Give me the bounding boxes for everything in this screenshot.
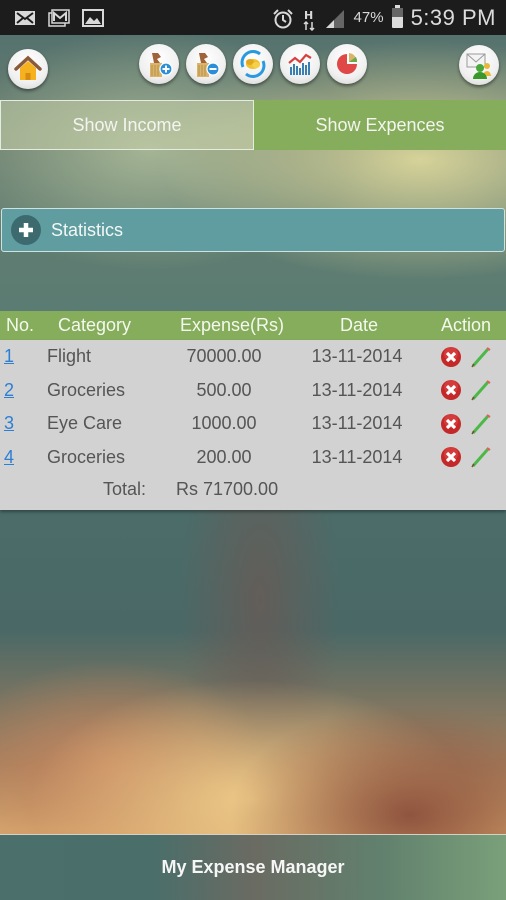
header-no: No. [6,315,35,335]
row-category: Groceries [47,446,126,467]
row-date: 13-11-2014 [311,413,403,434]
home-button[interactable] [8,49,48,89]
row-expense: 1000.00 [191,413,257,434]
header-date: Date [339,315,379,335]
signal-icon [324,9,346,28]
delete-icon[interactable] [440,413,462,435]
tab-show-expences[interactable]: Show Expences [254,100,506,150]
total-row: Total: Rs 71700.00 [0,474,506,504]
line-chart-icon [288,53,312,75]
statistics-label: Statistics [51,219,124,240]
header-category: Category [58,315,132,335]
delete-icon[interactable] [440,446,462,468]
convert-button[interactable] [233,44,273,84]
battery-icon [391,4,403,28]
delete-icon[interactable] [440,346,462,368]
row-expense: 70000.00 [186,346,262,367]
gmail-icon [48,8,70,27]
pie-chart-icon [337,53,358,74]
row-date: 13-11-2014 [311,379,403,400]
edit-pencil-icon[interactable] [470,446,492,468]
row-date: 13-11-2014 [311,346,403,367]
row-date: 13-11-2014 [311,446,403,467]
statistics-expander[interactable]: Statistics [1,208,505,252]
row-expense: 500.00 [196,379,252,400]
currency-exchange-icon [240,50,266,78]
add-expense-button[interactable] [186,44,226,84]
add-income-button[interactable] [139,44,179,84]
table-header: No. Category Expense(Rs) Date Action [0,311,506,340]
toolbar [0,36,506,100]
row-category: Flight [47,346,92,367]
total-value: Rs 71700.00 [176,478,279,499]
table-row: 4 Groceries 200.00 13-11-2014 [0,441,506,475]
contact-button[interactable] [459,45,499,85]
add-money-icon [150,53,173,77]
table-row: 2 Groceries 500.00 13-11-2014 [0,374,506,408]
plus-icon [11,215,41,245]
app-name: My Expense Manager [161,857,345,877]
remove-money-icon [197,53,220,77]
clock: 5:39 PM [410,4,496,30]
reports-button[interactable] [280,44,320,84]
email-icon [14,9,36,27]
footer-bar: My Expense Manager [0,834,506,900]
alarm-icon [272,8,294,28]
row-number-link[interactable]: 3 [4,413,14,433]
table-body: 1 Flight 70000.00 13-11-2014 2 Groceries… [0,340,506,510]
total-label: Total: [102,478,146,499]
pie-chart-button[interactable] [327,44,367,84]
row-expense: 200.00 [196,446,252,467]
tab-show-income[interactable]: Show Income [0,100,254,150]
expense-table: No. Category Expense(Rs) Date Action 1 F… [0,311,506,510]
table-row: 3 Eye Care 1000.00 13-11-2014 [0,407,506,441]
hspa-data-icon: H [302,9,316,31]
table-row: 1 Flight 70000.00 13-11-2014 [0,340,506,374]
svg-text:H: H [304,9,313,22]
edit-pencil-icon[interactable] [470,379,492,401]
delete-icon[interactable] [440,379,462,401]
gallery-icon [82,8,104,27]
status-bar: H 47% 5:39 PM [0,0,506,35]
row-category: Groceries [47,379,126,400]
header-expense: Expense(Rs) [179,315,285,335]
row-number-link[interactable]: 2 [4,380,14,400]
row-number-link[interactable]: 1 [4,346,14,366]
row-category: Eye Care [47,413,123,434]
edit-pencil-icon[interactable] [470,346,492,368]
mail-user-icon [466,53,491,79]
view-tabs: Show Income Show Expences [0,100,506,150]
row-number-link[interactable]: 4 [4,447,14,467]
header-action: Action [440,315,492,335]
battery-percent: 47% [353,9,384,26]
edit-pencil-icon[interactable] [470,413,492,435]
home-icon [14,55,42,80]
